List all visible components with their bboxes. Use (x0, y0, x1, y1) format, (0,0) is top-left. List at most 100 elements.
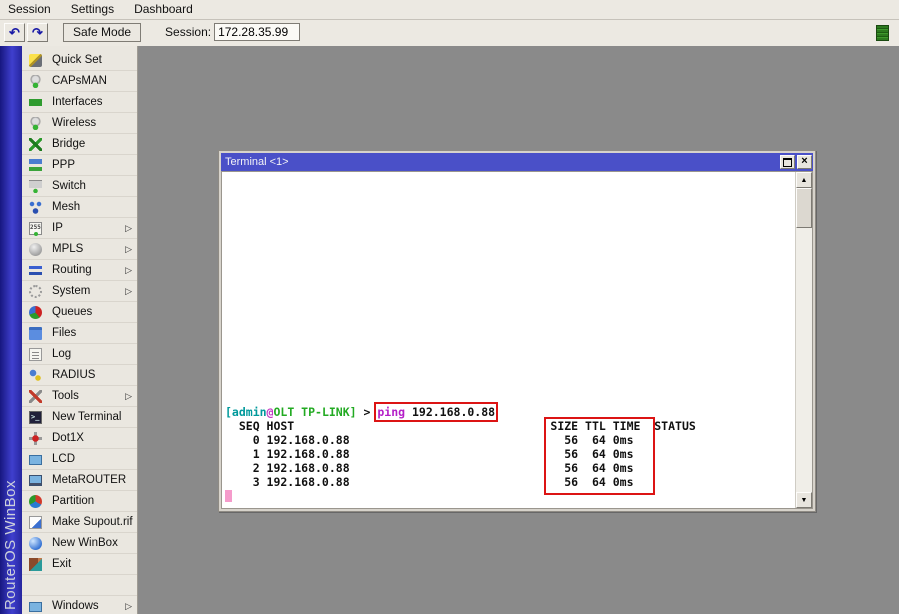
sidebar-item-label: Interfaces (52, 96, 103, 108)
sidebar-item-interfaces[interactable]: Interfaces (22, 92, 137, 113)
close-icon: × (801, 156, 807, 167)
scroll-down-icon: ▼ (801, 497, 808, 504)
sidebar-item-switch[interactable]: Switch (22, 176, 137, 197)
sidebar-item-dot1x[interactable]: Dot1X (22, 428, 137, 449)
winbox-app: SessionSettingsDashboard ↶ ↷ Safe Mode S… (0, 0, 899, 614)
terminal-title: Terminal <1> (225, 156, 289, 168)
sidebar-item-ip[interactable]: IP▷ (22, 218, 137, 239)
sidebar-item-label: CAPsMAN (52, 75, 107, 87)
partition-icon (29, 495, 42, 508)
toolbar: ↶ ↷ Safe Mode Session: (0, 20, 899, 46)
sidebar-item-wireless[interactable]: Wireless (22, 113, 137, 134)
sidebar-item-mesh[interactable]: Mesh (22, 197, 137, 218)
maximize-icon (783, 158, 792, 167)
session-input[interactable] (214, 23, 300, 41)
sidebar-item-label: New WinBox (52, 537, 118, 549)
sidebar-item-mpls[interactable]: MPLS ▷ (22, 239, 137, 260)
redo-button[interactable]: ↷ (27, 23, 48, 42)
command-arg: 192.168.0.88 (405, 405, 495, 419)
scrollbar-thumb[interactable] (796, 188, 812, 228)
undo-button[interactable]: ↶ (4, 23, 25, 42)
ping-results-text: SEQ HOST SIZE TTL TIME STATUS 0 192.168.… (225, 419, 696, 489)
sidebar-item-make-supout-rif[interactable]: Make Supout.rif (22, 512, 137, 533)
switch-icon (29, 180, 42, 193)
sidebar-item-label: Switch (52, 180, 86, 192)
dot1x-icon (29, 432, 42, 445)
mesh-icon (29, 201, 42, 214)
wireless-icon (29, 117, 42, 130)
sidebar-item-label: Files (52, 327, 76, 339)
sidebar-item-capsman[interactable]: CAPsMAN (22, 71, 137, 92)
safe-mode-button[interactable]: Safe Mode (63, 23, 141, 42)
scroll-up-icon: ▲ (801, 177, 808, 184)
capsman-icon (29, 75, 42, 88)
scroll-up-button[interactable]: ▲ (796, 172, 812, 188)
close-button[interactable]: × (797, 155, 812, 169)
sidebar-item-label: Tools (52, 390, 79, 402)
undo-icon: ↶ (9, 26, 20, 39)
connection-indicator-icon (876, 25, 889, 41)
maximize-button[interactable] (780, 155, 795, 169)
mpls-icon (29, 243, 42, 256)
sidebar-item-radius[interactable]: RADIUS (22, 365, 137, 386)
sidebar-item-label: Partition (52, 495, 94, 507)
radius-icon (29, 369, 42, 382)
chevron-right-icon: ▷ (125, 601, 132, 612)
chevron-right-icon: ▷ (125, 286, 132, 297)
prompt-host: OLT TP-LINK] (273, 405, 356, 419)
log-icon (29, 348, 42, 361)
sidebar-item-windows[interactable]: Windows ▷ (22, 596, 137, 614)
sidebar-item-files[interactable]: Files (22, 323, 137, 344)
sidebar-item-label: Dot1X (52, 432, 84, 444)
sidebar-item-label: Quick Set (52, 54, 102, 66)
sidebar-item-label: Windows (52, 600, 99, 612)
sidebar-item-lcd[interactable]: LCD (22, 449, 137, 470)
supout-icon (29, 516, 42, 529)
sidebar-item-label: LCD (52, 453, 75, 465)
sidebar-item-label: Routing (52, 264, 92, 276)
sidebar-item-new-winbox[interactable]: New WinBox (22, 533, 137, 554)
sidebar-item-metarouter[interactable]: MetaROUTER (22, 470, 137, 491)
menu-item-session[interactable]: Session (8, 0, 60, 19)
sidebar-item-partition[interactable]: Partition (22, 491, 137, 512)
chevron-right-icon: ▷ (125, 244, 132, 255)
sidebar-item-label: MetaROUTER (52, 474, 126, 486)
safe-mode-label: Safe Mode (73, 25, 131, 39)
terminal-titlebar[interactable]: Terminal <1> × (221, 153, 813, 171)
exit-icon (29, 558, 42, 571)
windows-icon (29, 602, 42, 612)
sidebar-item-label: New Terminal (52, 411, 121, 423)
sidebar-item-queues[interactable]: Queues (22, 302, 137, 323)
ppp-icon (29, 159, 42, 172)
quickset-icon (29, 54, 42, 67)
ip-icon (29, 222, 42, 235)
command-name: ping (377, 405, 405, 419)
files-icon (29, 327, 42, 340)
terminal-content-area: [admin@OLT TP-LINK] > ping 192.168.0.88 … (221, 171, 813, 509)
sidebar-item-label: IP (52, 222, 63, 234)
sidebar-item-tools[interactable]: Tools▷ (22, 386, 137, 407)
sidebar-item-label: Bridge (52, 138, 85, 150)
scroll-down-button[interactable]: ▼ (796, 492, 812, 508)
routeros-winbox-vertical-label: RouterOS WinBox (2, 480, 19, 610)
sidebar-item-quick-set[interactable]: Quick Set (22, 50, 137, 71)
sidebar-item-log[interactable]: Log (22, 344, 137, 365)
sidebar-item-exit[interactable]: Exit (22, 554, 137, 575)
sidebar-item-system[interactable]: System▷ (22, 281, 137, 302)
queues-icon (29, 306, 42, 319)
sidebar-item-bridge[interactable]: Bridge (22, 134, 137, 155)
terminal-window: Terminal <1> × [admin@OLT TP-LINK] > pin… (218, 150, 816, 512)
sidebar-item-routing[interactable]: Routing▷ (22, 260, 137, 281)
redo-icon: ↷ (32, 26, 43, 39)
menu-item-dashboard[interactable]: Dashboard (125, 0, 202, 19)
sidebar-item-ppp[interactable]: PPP (22, 155, 137, 176)
sidebar-item-label: MPLS (52, 243, 83, 255)
menu-item-settings[interactable]: Settings (62, 0, 123, 19)
interfaces-icon (29, 96, 42, 109)
terminal-scrollbar[interactable]: ▲ ▼ (795, 172, 812, 508)
terminal-output[interactable]: [admin@OLT TP-LINK] > ping 192.168.0.88 … (225, 405, 696, 503)
sidebar-item-label: RADIUS (52, 369, 95, 381)
prompt-gt: > (357, 405, 378, 419)
sidebar-item-new-terminal[interactable]: New Terminal (22, 407, 137, 428)
menu-bar: SessionSettingsDashboard (0, 0, 899, 20)
